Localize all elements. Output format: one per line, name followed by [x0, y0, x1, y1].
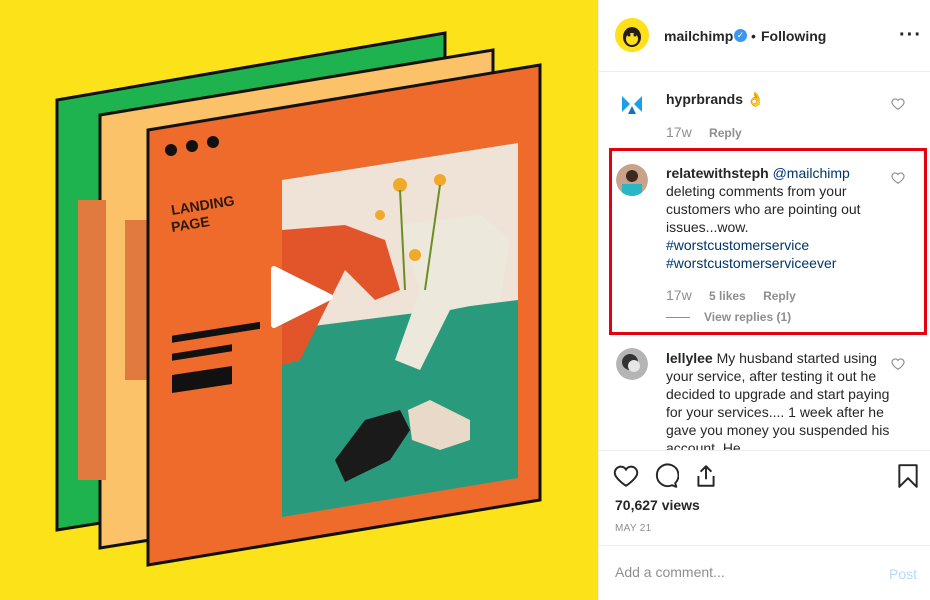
post-date[interactable]: MAY 21 [615, 523, 651, 534]
reply-button[interactable]: Reply [709, 126, 742, 140]
window-dot-3 [207, 136, 219, 148]
comment-like-icon[interactable] [891, 171, 905, 185]
add-comment-input[interactable] [615, 564, 875, 580]
comment-username[interactable]: relatewithsteph [666, 165, 769, 181]
hashtag-link[interactable]: #worstcustomerserviceever [666, 255, 836, 271]
more-options-icon[interactable]: ··· [899, 24, 922, 47]
bookmark-icon[interactable] [895, 463, 921, 489]
post-actions: 70,627 views MAY 21 [599, 450, 930, 550]
comment-text: hyprbrands 👌 [666, 90, 891, 108]
comment-mention[interactable]: @mailchimp [773, 165, 850, 181]
lellylee-avatar[interactable] [616, 348, 648, 380]
hyprbrands-avatar[interactable] [616, 88, 648, 120]
play-icon[interactable] [270, 265, 334, 329]
comment-like-icon[interactable] [891, 97, 905, 111]
comment-body: 👌 [746, 91, 765, 107]
post-button[interactable]: Post [889, 566, 917, 582]
comment-age: 17w [666, 124, 692, 140]
comment-username[interactable]: lellylee [666, 350, 713, 366]
comment-icon[interactable] [653, 463, 679, 489]
comment-likes-count[interactable]: 5 likes [709, 289, 746, 303]
views-count[interactable]: 70,627 views [615, 497, 700, 513]
comment-meta: 17w Reply [666, 124, 756, 140]
comment-body: deleting comments from your customers wh… [666, 183, 861, 235]
heart-icon[interactable] [613, 463, 639, 489]
view-replies-button[interactable]: View replies (1) [666, 310, 791, 324]
comment-age: 17w [666, 287, 692, 303]
post-header: mailchimp ✓ • Following ··· [599, 0, 930, 72]
following-button[interactable]: Following [761, 28, 826, 44]
reply-button[interactable]: Reply [763, 289, 796, 303]
verified-badge-icon: ✓ [734, 29, 747, 42]
post-media[interactable]: LANDING PAGE [0, 0, 598, 600]
comment-meta: 17w 5 likes Reply [666, 287, 810, 303]
hashtag-link[interactable]: #worstcustomerservice [666, 237, 809, 253]
comment-text: relatewithsteph @mailchimp deleting comm… [666, 164, 891, 272]
window-dot-2 [186, 140, 198, 152]
add-comment-bar: Post [599, 545, 930, 600]
peach-window-photo [125, 220, 150, 380]
window-dot-1 [165, 144, 177, 156]
comment-text: lellylee My husband started using your s… [666, 349, 891, 450]
relatewithsteph-avatar[interactable] [616, 164, 648, 196]
share-icon[interactable] [693, 463, 719, 489]
comment-like-icon[interactable] [891, 357, 905, 371]
separator-dot: • [751, 28, 756, 44]
comments-list[interactable]: hyprbrands 👌 17w Reply relatewithsteph @… [599, 72, 930, 450]
comment-username[interactable]: hyprbrands [666, 91, 743, 107]
post-side-panel: mailchimp ✓ • Following ··· hyprbrands 👌 [598, 0, 930, 600]
post-author-username[interactable]: mailchimp [664, 28, 733, 44]
mailchimp-avatar[interactable] [615, 18, 649, 52]
green-window-photo [78, 200, 106, 480]
